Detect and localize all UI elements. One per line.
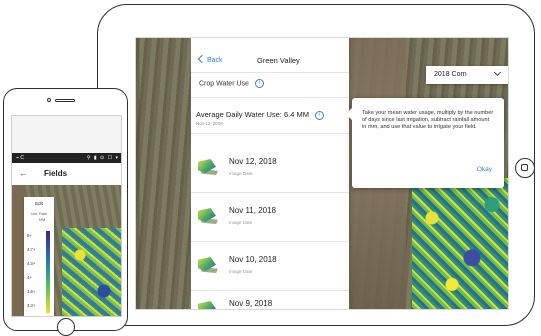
divider bbox=[191, 192, 349, 193]
divider bbox=[191, 241, 349, 242]
back-label: Back bbox=[207, 57, 223, 64]
legend-color-ramp bbox=[46, 231, 50, 313]
field-water-use-overlay[interactable] bbox=[62, 228, 121, 316]
chevron-left-icon bbox=[197, 54, 207, 63]
field-thumbnail bbox=[198, 155, 220, 177]
page-title: Green Valley bbox=[257, 56, 300, 65]
item-subtitle: Image Date bbox=[229, 269, 253, 274]
divider bbox=[191, 72, 349, 73]
list-item[interactable]: Nov 9, 2018 bbox=[191, 288, 349, 309]
item-date: Nov 10, 2018 bbox=[229, 255, 277, 264]
status-bar: ⌁ C ⚲ ▮ ⊙ ☐ ▾ bbox=[12, 153, 121, 163]
section-title-crop-water-use: Crop Water Use i bbox=[199, 79, 264, 88]
list-item[interactable]: Nov 11, 2018 Image Date bbox=[191, 195, 349, 245]
item-date: Nov 11, 2018 bbox=[229, 206, 276, 215]
phone-screen: ⌁ C ⚲ ▮ ⊙ ☐ ▾ ← Fields Edit Use Rate MM … bbox=[11, 115, 122, 317]
tablet-screen: Back Green Valley Crop Water Use i Avera… bbox=[135, 37, 509, 310]
legend-unit-mm: MM bbox=[38, 217, 46, 222]
tooltip-text: Take your mean water usage, multiply by … bbox=[362, 110, 494, 130]
phone-top-area bbox=[12, 116, 121, 153]
crop-select-value: 2018 Corn bbox=[434, 71, 467, 78]
field-thumbnail bbox=[198, 253, 220, 275]
back-arrow-icon[interactable]: ← bbox=[19, 168, 28, 178]
list-item[interactable]: Nov 12, 2018 Image Date bbox=[191, 146, 349, 196]
field-water-use-overlay[interactable] bbox=[412, 178, 508, 309]
back-button[interactable]: Back bbox=[197, 54, 223, 64]
item-subtitle: Image Date bbox=[229, 220, 253, 225]
average-label: Average Daily Water Use: 6.4 MM bbox=[196, 110, 309, 119]
water-use-panel: Back Green Valley Crop Water Use i Avera… bbox=[191, 38, 349, 309]
phone-camera bbox=[47, 98, 51, 102]
status-right: ⚲ ▮ ⊙ ☐ ▾ bbox=[86, 155, 119, 161]
phone-home-button[interactable] bbox=[57, 318, 75, 336]
legend-tick: 4.7+ bbox=[27, 247, 36, 252]
okay-button[interactable]: Okay bbox=[477, 166, 492, 173]
water-use-tooltip: Take your mean water usage, multiply by … bbox=[346, 98, 504, 188]
legend-tick: 5+ bbox=[27, 233, 32, 238]
average-date: Nov 12, 2018 bbox=[196, 121, 223, 126]
page-title: Fields bbox=[44, 169, 68, 178]
water-use-legend: Edit Use Rate MM 5+ 4.7+ 4.3+ 4+ 3.6+ 3.… bbox=[24, 197, 54, 316]
status-left: ⌁ C bbox=[16, 155, 25, 161]
legend-unit-label: Use Rate bbox=[30, 211, 48, 216]
info-icon[interactable]: i bbox=[315, 110, 325, 120]
crop-season-select[interactable]: 2018 Corn bbox=[426, 66, 508, 84]
legend-tick: 4+ bbox=[27, 275, 32, 280]
legend-tick: 4.3+ bbox=[27, 261, 36, 266]
chevron-down-icon bbox=[493, 68, 502, 77]
info-icon[interactable]: i bbox=[254, 79, 264, 88]
divider bbox=[191, 97, 349, 98]
legend-edit-button[interactable]: Edit bbox=[24, 201, 54, 206]
average-daily-water-use: Average Daily Water Use: 6.4 MM i bbox=[196, 110, 325, 120]
divider bbox=[191, 133, 349, 134]
nav-bar: Back Green Valley bbox=[191, 54, 349, 70]
item-date: Nov 9, 2018 bbox=[229, 299, 273, 308]
section-title-label: Crop Water Use bbox=[199, 80, 249, 88]
phone-speaker bbox=[55, 99, 75, 102]
item-date: Nov 12, 2018 bbox=[229, 157, 277, 166]
field-thumbnail bbox=[198, 297, 220, 309]
legend-tick: 3.3+ bbox=[27, 303, 36, 308]
legend-tick: 3.6+ bbox=[27, 289, 36, 294]
field-thumbnail bbox=[198, 204, 220, 226]
app-bar: ← Fields bbox=[12, 163, 121, 185]
tablet-home-button[interactable] bbox=[515, 158, 535, 178]
item-subtitle: Image Date bbox=[229, 171, 253, 176]
list-item[interactable]: Nov 10, 2018 Image Date bbox=[191, 244, 349, 294]
